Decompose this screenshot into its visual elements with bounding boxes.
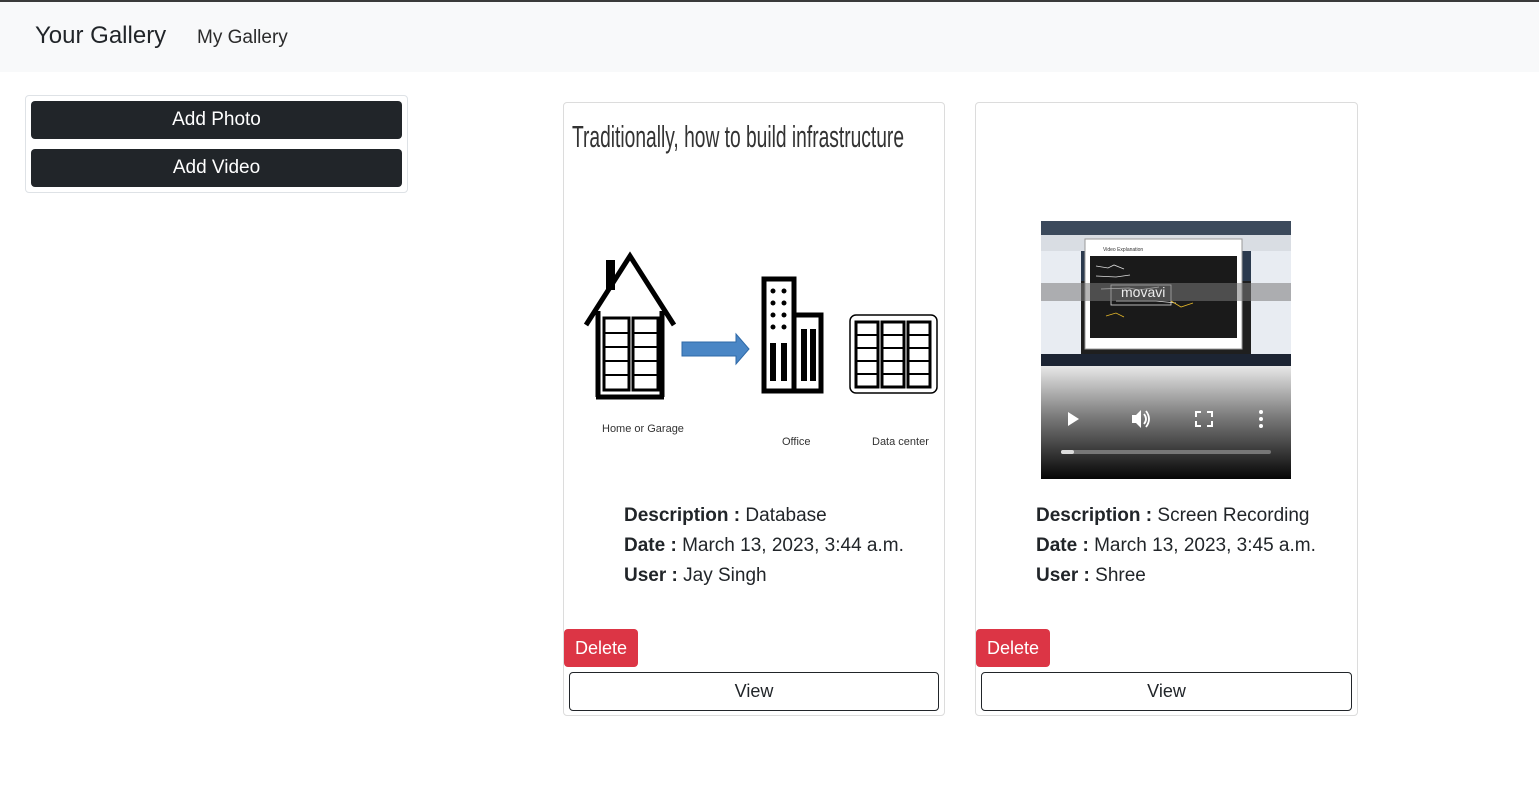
description-label: Description : — [1036, 505, 1153, 526]
datacenter-drawing — [849, 314, 938, 394]
nav-link-my-gallery[interactable]: My Gallery — [197, 27, 288, 49]
top-navbar: Your Gallery My Gallery — [0, 2, 1539, 72]
image-title-text: Traditionally, how to build infrastructu… — [572, 119, 904, 154]
view-button[interactable]: View — [569, 672, 939, 711]
progress-bar — [1061, 450, 1271, 454]
user-label: User : — [624, 565, 678, 586]
card-photo-image[interactable]: Traditionally, how to build infrastructu… — [564, 103, 944, 463]
description-value: Database — [745, 505, 827, 526]
brand-link[interactable]: Your Gallery — [35, 22, 166, 50]
house-drawing — [583, 251, 677, 400]
add-photo-button[interactable]: Add Photo — [31, 101, 402, 139]
view-button[interactable]: View — [981, 672, 1352, 711]
user-label: User : — [1036, 565, 1090, 586]
arrow-shape — [681, 332, 750, 366]
date-value: March 13, 2023, 3:45 a.m. — [1094, 535, 1316, 556]
video-thumbnail: Video Explanation movavi — [1041, 221, 1291, 479]
video-player[interactable]: Video Explanation movavi — [1041, 221, 1291, 479]
date-value: March 13, 2023, 3:44 a.m. — [682, 535, 904, 556]
label-home-or-garage: Home or Garage — [602, 423, 684, 435]
user-value: Shree — [1095, 565, 1146, 586]
description-label: Description : — [624, 505, 741, 526]
gallery-card-video: Video Explanation movavi Description: S… — [975, 102, 1358, 716]
description-value: Screen Recording — [1157, 505, 1310, 526]
delete-button[interactable]: Delete — [976, 629, 1051, 667]
user-value: Jay Singh — [683, 565, 767, 586]
sidebar-actions: Add Photo Add Video — [25, 95, 408, 193]
video-dialog-title: Video Explanation — [1103, 247, 1143, 253]
date-label: Date : — [624, 535, 677, 556]
label-data-center: Data center — [872, 436, 929, 448]
video-watermark: movavi — [1121, 284, 1165, 300]
card-meta: Description : Screen Recording Date : Ma… — [1036, 501, 1316, 591]
label-office: Office — [782, 436, 811, 448]
office-drawing — [761, 276, 824, 394]
add-video-button[interactable]: Add Video — [31, 149, 402, 187]
more-options-icon — [1259, 410, 1263, 428]
date-label: Date : — [1036, 535, 1089, 556]
delete-button[interactable]: Delete — [564, 629, 639, 667]
card-meta: Description : Database Date : March 13, … — [624, 501, 904, 591]
gallery-card-photo: Traditionally, how to build infrastructu… — [563, 102, 945, 716]
